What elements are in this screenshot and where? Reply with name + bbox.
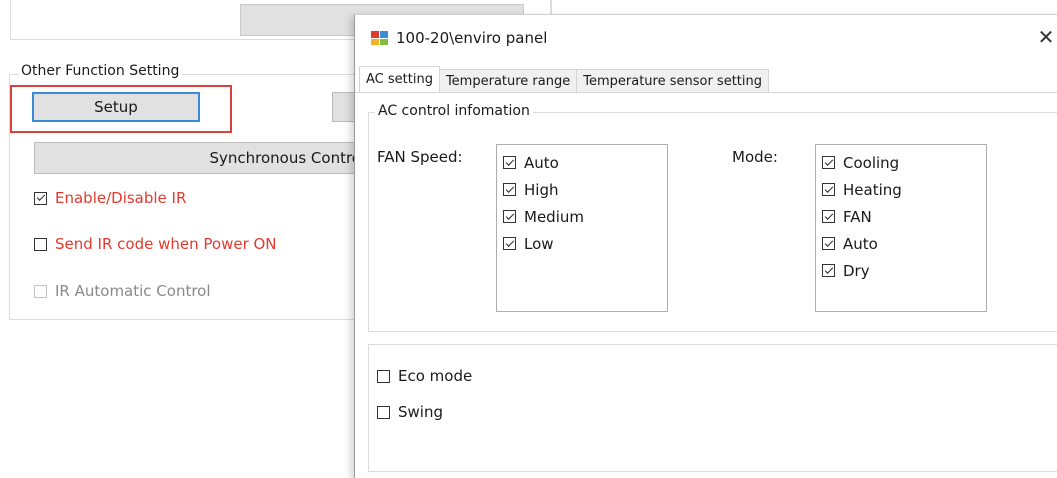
mode-option-auto[interactable]: Auto <box>822 230 980 257</box>
mode-option-dry[interactable]: Dry <box>822 257 980 284</box>
option-label: Auto <box>524 153 559 172</box>
checkbox-box[interactable] <box>503 183 516 196</box>
ir-automatic-control-checkbox: IR Automatic Control <box>34 282 211 300</box>
dialog-title-bar: 100-20\enviro panel <box>371 29 547 47</box>
checkbox-label: IR Automatic Control <box>55 282 211 300</box>
checkbox-box[interactable] <box>377 405 390 419</box>
fan-speed-label: FAN Speed: <box>377 148 463 166</box>
checkbox-box[interactable] <box>34 191 47 205</box>
send-ir-code-checkbox[interactable]: Send IR code when Power ON <box>34 235 277 253</box>
option-label: Dry <box>843 261 870 280</box>
checkbox-box[interactable] <box>822 264 835 277</box>
swing-checkbox[interactable]: Swing <box>377 403 443 421</box>
checkbox-box <box>34 284 47 298</box>
checkbox-label: Eco mode <box>398 367 473 385</box>
option-label: Cooling <box>843 153 900 172</box>
sync-button-label: Synchronous Contro <box>209 149 361 167</box>
ac-control-group-title: AC control infomation <box>375 103 533 119</box>
checkbox-box[interactable] <box>822 237 835 250</box>
setup-button[interactable]: Setup <box>32 92 200 122</box>
checkbox-label: Send IR code when Power ON <box>55 235 277 253</box>
checkbox-label: Swing <box>398 403 443 421</box>
fan-option-low[interactable]: Low <box>503 230 661 257</box>
mode-option-cooling[interactable]: Cooling <box>822 149 980 176</box>
option-label: High <box>524 180 559 199</box>
fan-option-high[interactable]: High <box>503 176 661 203</box>
mode-list[interactable]: Cooling Heating FAN Auto Dry <box>815 144 987 312</box>
tab-strip: AC setting Temperature range Temperature… <box>359 66 769 92</box>
setup-button-label: Setup <box>94 98 138 116</box>
checkbox-label: Enable/Disable IR <box>55 189 187 207</box>
tab-ac-setting[interactable]: AC setting <box>359 66 440 92</box>
top-right-divider <box>550 0 1057 14</box>
tab-temperature-range[interactable]: Temperature range <box>438 69 578 92</box>
synchronous-control-button[interactable]: Synchronous Contro <box>34 142 364 174</box>
other-function-group-title: Other Function Setting <box>18 63 183 79</box>
checkbox-box[interactable] <box>377 369 390 383</box>
checkbox-box[interactable] <box>822 183 835 196</box>
options-group <box>368 344 1057 472</box>
option-label: FAN <box>843 207 872 226</box>
option-label: Medium <box>524 207 584 226</box>
mode-label: Mode: <box>732 148 778 166</box>
checkbox-box[interactable] <box>503 210 516 223</box>
enable-disable-ir-checkbox[interactable]: Enable/Disable IR <box>34 189 186 207</box>
tab-temperature-sensor-setting[interactable]: Temperature sensor setting <box>576 69 769 92</box>
option-label: Low <box>524 234 554 253</box>
eco-mode-checkbox[interactable]: Eco mode <box>377 367 472 385</box>
checkbox-box[interactable] <box>503 156 516 169</box>
app-icon <box>371 31 388 45</box>
checkbox-box[interactable] <box>822 210 835 223</box>
close-icon[interactable]: ✕ <box>1035 26 1057 48</box>
checkbox-box[interactable] <box>822 156 835 169</box>
dialog-title: 100-20\enviro panel <box>396 29 548 47</box>
fan-option-medium[interactable]: Medium <box>503 203 661 230</box>
enviro-panel-dialog: 100-20\enviro panel ✕ AC setting Tempera… <box>354 14 1057 478</box>
checkbox-box[interactable] <box>503 237 516 250</box>
tab-panel-border <box>355 92 1057 93</box>
option-label: Heating <box>843 180 902 199</box>
mode-option-fan[interactable]: FAN <box>822 203 980 230</box>
fan-speed-list[interactable]: Auto High Medium Low <box>496 144 668 312</box>
option-label: Auto <box>843 234 878 253</box>
mode-option-heating[interactable]: Heating <box>822 176 980 203</box>
fan-option-auto[interactable]: Auto <box>503 149 661 176</box>
checkbox-box[interactable] <box>34 237 47 251</box>
